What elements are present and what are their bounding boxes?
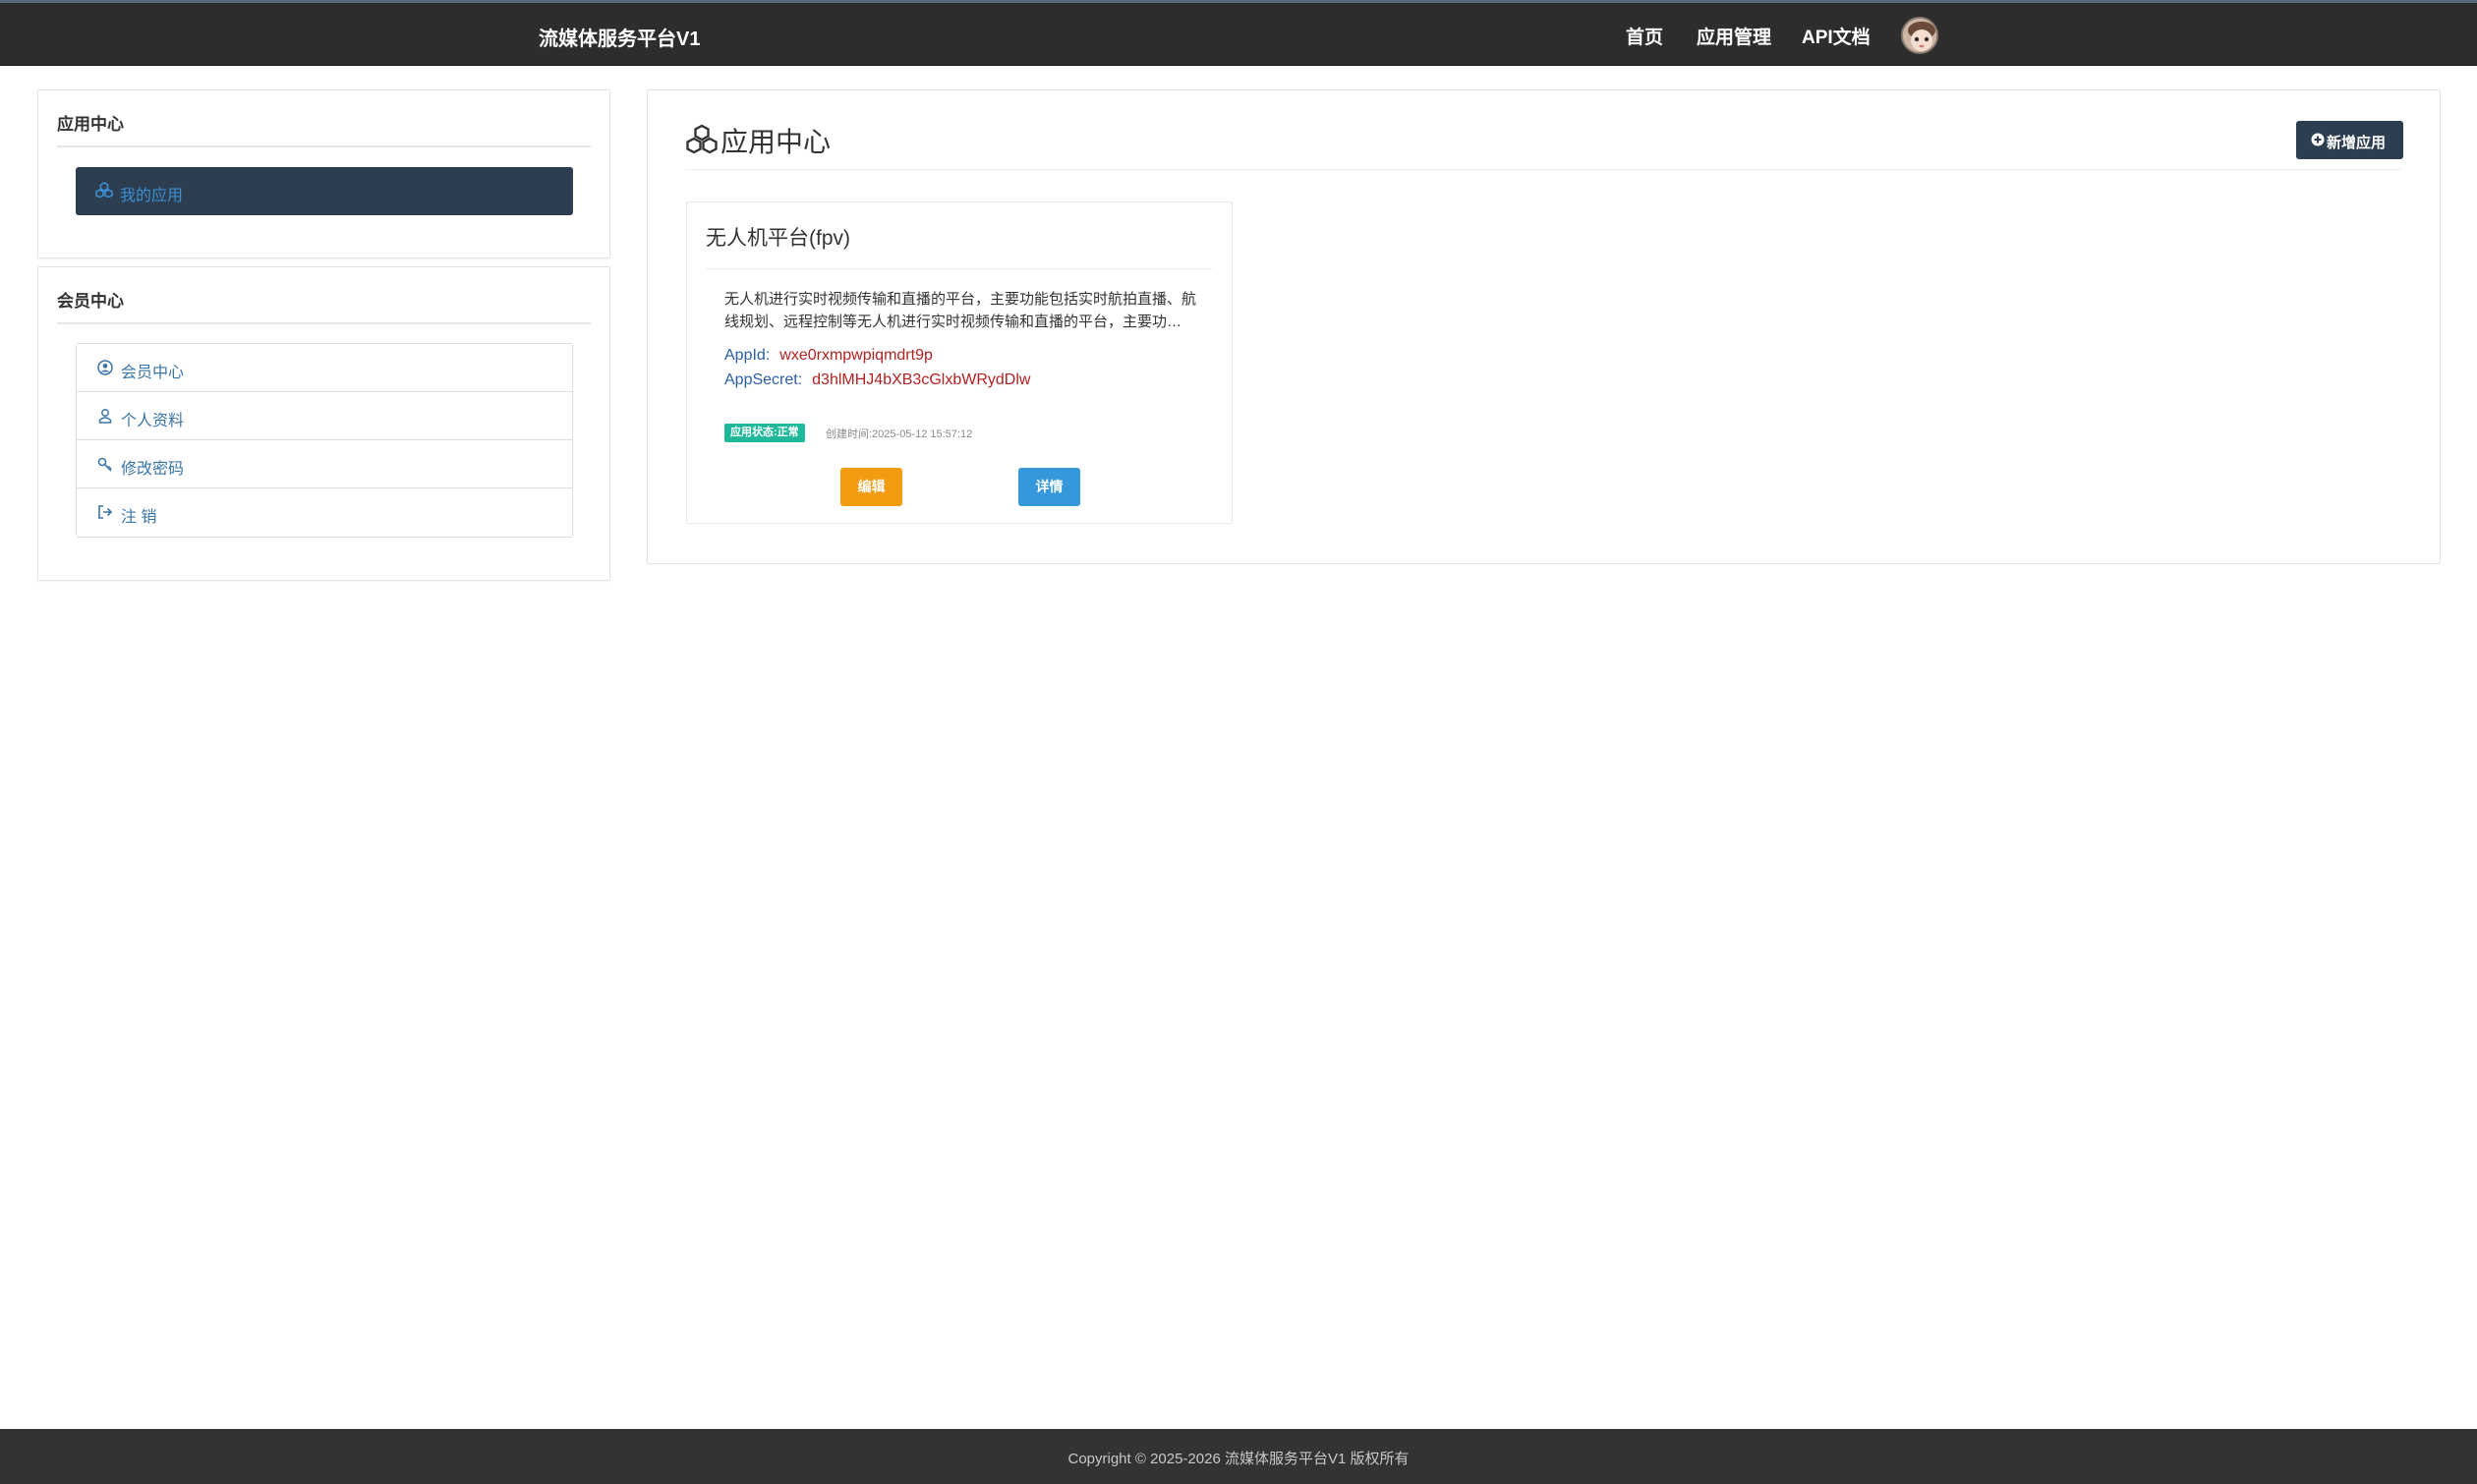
app-secret-value: d3hlMHJ4bXB3cGlxbWRydDlw: [812, 371, 1031, 388]
nav-home-link[interactable]: 首页: [1626, 23, 1663, 49]
app-secret-row: AppSecret: d3hlMHJ4bXB3cGlxbWRydDlw: [724, 371, 1030, 389]
page-title: 应用中心: [720, 127, 832, 157]
add-app-button[interactable]: 新增应用: [2296, 121, 2403, 159]
brand-title[interactable]: 流媒体服务平台V1: [539, 23, 700, 51]
app-secret-label: AppSecret:: [724, 371, 803, 388]
user-avatar[interactable]: [1901, 17, 1938, 54]
sidebar-item-label: 我的应用: [120, 188, 184, 204]
app-description: 无人机进行实时视频传输和直播的平台，主要功能包括实时航拍直播、航线规划、远程控制…: [724, 291, 1196, 330]
footer-copyright: Copyright © 2025-2026 流媒体服务平台V1 版权所有: [1067, 1451, 1410, 1467]
footer: Copyright © 2025-2026 流媒体服务平台V1 版权所有: [0, 1429, 2477, 1484]
divider: [57, 322, 591, 324]
detail-button[interactable]: 详情: [1018, 468, 1080, 506]
divider: [685, 169, 2402, 170]
sidebar-item-my-apps[interactable]: 我的应用: [76, 167, 573, 215]
created-time: 创建时间:2025-05-12 15:57:12: [826, 428, 973, 440]
sidebar-member-center-panel: 会员中心 会员中心 个人资料 修改密码 注 销: [37, 266, 610, 581]
key-icon: [97, 456, 113, 477]
member-menu-list: 会员中心 个人资料 修改密码 注 销: [76, 343, 573, 538]
plus-circle-icon: [2311, 133, 2325, 150]
top-navbar: 流媒体服务平台V1 首页 应用管理 API文档: [0, 0, 2477, 66]
nav-api-docs-link[interactable]: API文档: [1802, 23, 1871, 49]
sidebar-item-label: 个人资料: [121, 413, 185, 429]
user-outline-icon: [97, 408, 113, 428]
app-id-label: AppId:: [724, 347, 771, 364]
app-card: 无人机平台(fpv) 无人机进行实时视频传输和直播的平台，主要功能包括实时航拍直…: [686, 201, 1233, 524]
edit-button[interactable]: 编辑: [840, 468, 902, 506]
sidebar-item-label: 注 销: [121, 509, 157, 526]
sidebar-app-center-panel: 应用中心 我的应用: [37, 89, 610, 258]
sidebar-item-profile[interactable]: 个人资料: [77, 392, 572, 440]
user-circle-icon: [97, 360, 113, 380]
app-id-row: AppId: wxe0rxmpwpiqmdrt9p: [724, 347, 933, 365]
status-badge: 应用状态:正常: [724, 424, 805, 442]
add-app-button-label: 新增应用: [2327, 135, 2387, 151]
cubes-icon: [95, 182, 113, 202]
divider: [706, 268, 1213, 269]
cubes-icon: [685, 124, 719, 158]
app-id-value: wxe0rxmpwpiqmdrt9p: [779, 347, 933, 364]
avatar-icon: [1903, 19, 1936, 52]
divider: [57, 145, 591, 147]
sidebar-member-center-title: 会员中心: [57, 292, 124, 311]
sidebar-item-member-center[interactable]: 会员中心: [77, 344, 572, 392]
app-name: 无人机平台(fpv): [706, 227, 850, 250]
sign-out-icon: [97, 504, 113, 525]
sidebar-item-label: 修改密码: [121, 461, 185, 478]
sidebar-item-logout[interactable]: 注 销: [77, 488, 572, 537]
sidebar-app-center-title: 应用中心: [57, 115, 124, 134]
sidebar-item-change-password[interactable]: 修改密码: [77, 440, 572, 488]
nav-app-management-link[interactable]: 应用管理: [1697, 23, 1771, 49]
sidebar-item-label: 会员中心: [121, 365, 185, 381]
main-content-panel: 应用中心 新增应用 无人机平台(fpv) 无人机进行实时视频传输和直播的平台，主…: [647, 89, 2441, 564]
